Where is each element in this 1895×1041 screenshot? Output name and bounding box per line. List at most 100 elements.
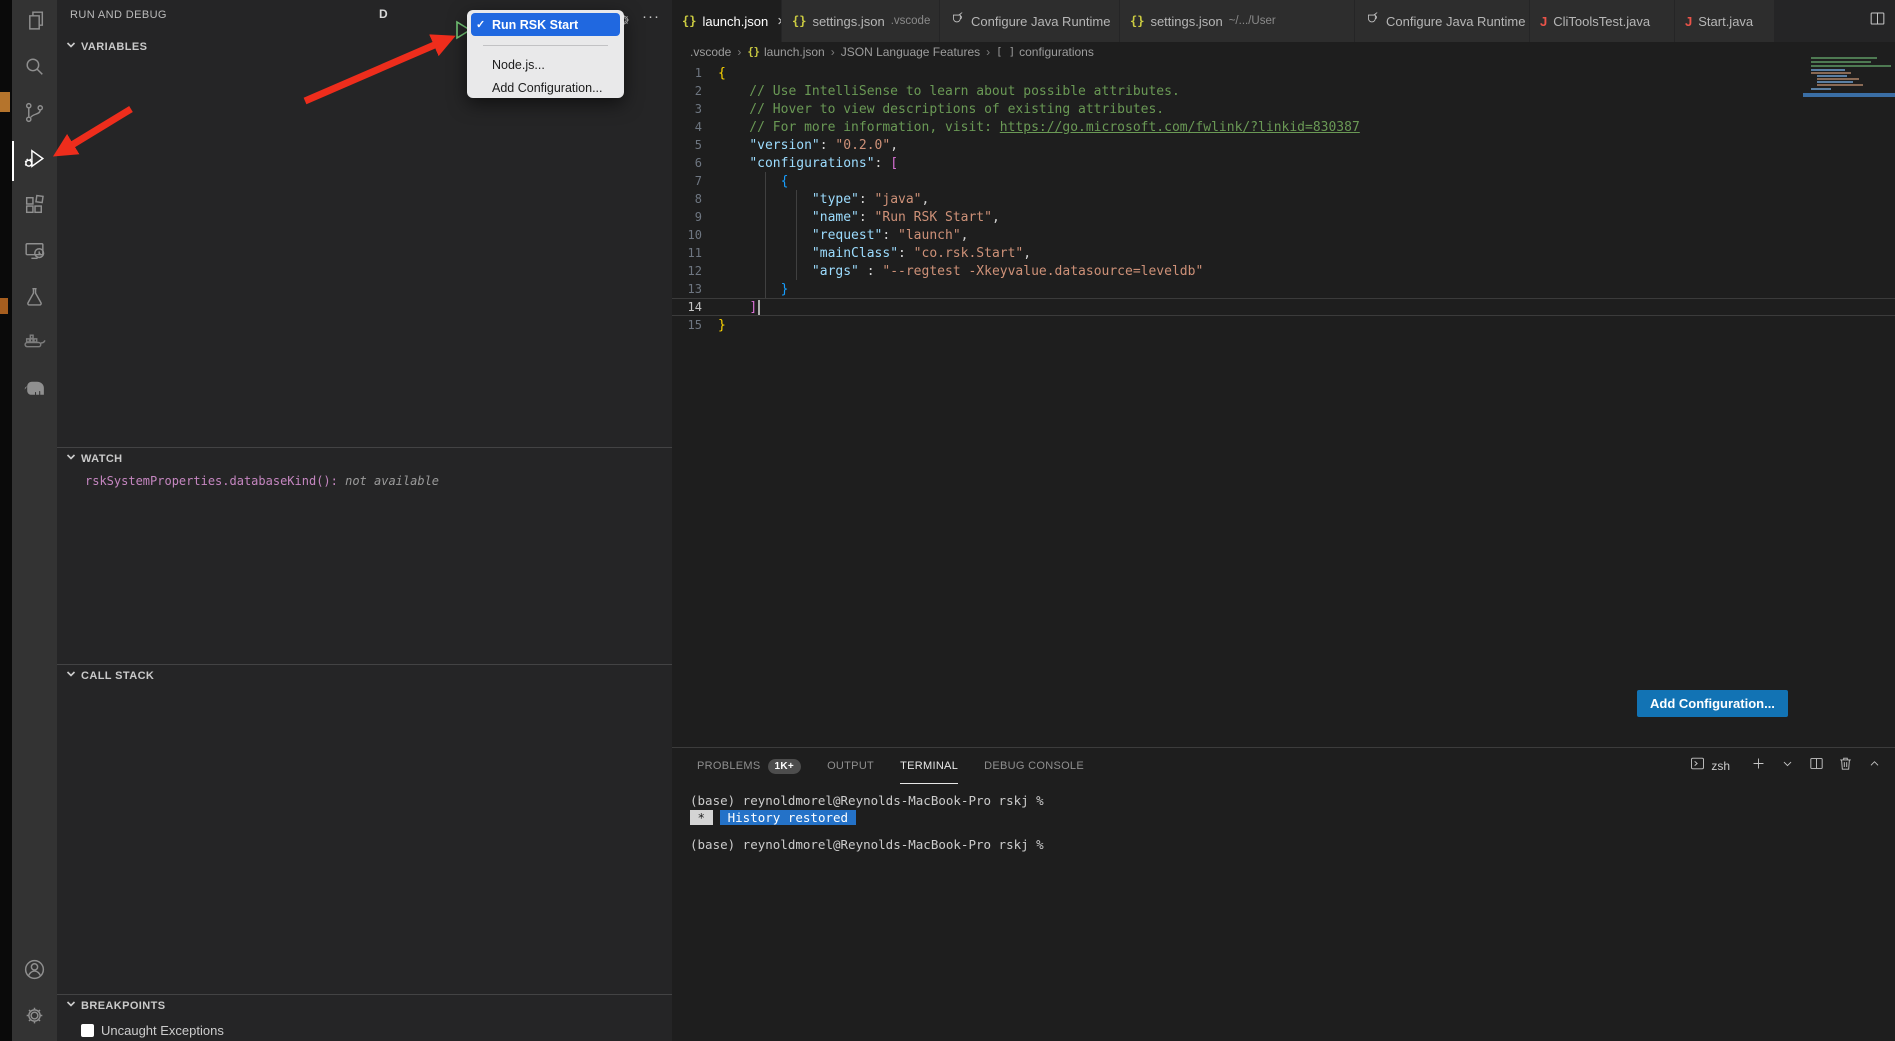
- terminal-output[interactable]: (base) reynoldmorel@Reynolds-MacBook-Pro…: [690, 792, 1044, 853]
- code-line-6[interactable]: 6 "configurations": [: [672, 154, 1895, 172]
- activity-item-testing[interactable]: [12, 276, 57, 322]
- minimap-line: [1811, 69, 1845, 71]
- code-line-8[interactable]: 8 "type": "java",: [672, 190, 1895, 208]
- java-file-icon: J: [1685, 14, 1692, 29]
- line-number[interactable]: 7: [672, 174, 718, 188]
- code-line-4[interactable]: 4 // For more information, visit: https:…: [672, 118, 1895, 136]
- remote-icon: [22, 238, 47, 268]
- line-number[interactable]: 4: [672, 120, 718, 134]
- line-content: "name": "Run RSK Start",: [718, 210, 1000, 225]
- code-line-3[interactable]: 3 // Hover to view descriptions of exist…: [672, 100, 1895, 118]
- section-call-stack: CALL STACK: [57, 664, 672, 687]
- breakpoint-row: Uncaught Exceptions: [57, 1017, 672, 1038]
- activity-item-settings[interactable]: [12, 995, 57, 1041]
- code-line-11[interactable]: 11 "mainClass": "co.rsk.Start",: [672, 244, 1895, 262]
- line-number[interactable]: 14: [672, 300, 718, 314]
- tab-launch-json[interactable]: {}launch.json×: [672, 0, 782, 42]
- panel-tab-output[interactable]: OUTPUT: [827, 748, 874, 784]
- breadcrumb-item--vscode[interactable]: .vscode: [690, 45, 731, 59]
- code-line-14[interactable]: 14 ]: [672, 298, 1895, 316]
- line-number[interactable]: 3: [672, 102, 718, 116]
- activity-item-extensions[interactable]: [12, 184, 57, 230]
- asterisk-chip: *: [690, 810, 713, 825]
- terminal-dropdown-chevron-icon[interactable]: [1779, 755, 1796, 777]
- code-line-9[interactable]: 9 "name": "Run RSK Start",: [672, 208, 1895, 226]
- search-icon: [22, 54, 47, 84]
- tab-start-java[interactable]: JStart.java: [1675, 0, 1775, 42]
- tab-label: CliToolsTest.java: [1553, 14, 1650, 29]
- line-number[interactable]: 5: [672, 138, 718, 152]
- split-terminal-icon[interactable]: [1808, 755, 1825, 777]
- activity-item-run-and-debug[interactable]: [12, 138, 57, 184]
- line-content: {: [718, 66, 726, 81]
- menu-item-run-rsk-start[interactable]: ✓Run RSK Start: [471, 13, 620, 36]
- code-line-12[interactable]: 12 "args" : "--regtest -Xkeyvalue.dataso…: [672, 262, 1895, 280]
- line-number[interactable]: 11: [672, 246, 718, 260]
- watch-value: not available: [338, 474, 439, 488]
- split-editor-icon[interactable]: [1868, 9, 1887, 33]
- activity-item-gradle[interactable]: [12, 368, 57, 414]
- breadcrumb-item-configurations[interactable]: [ ]configurations: [996, 45, 1094, 59]
- section-header-breakpoints[interactable]: BREAKPOINTS: [57, 995, 672, 1017]
- line-number[interactable]: 13: [672, 282, 718, 296]
- code-line-15[interactable]: 15}: [672, 316, 1895, 334]
- line-number[interactable]: 9: [672, 210, 718, 224]
- extensions-icon: [22, 192, 47, 222]
- activity-item-explorer[interactable]: [12, 0, 57, 46]
- code-line-5[interactable]: 5 "version": "0.2.0",: [672, 136, 1895, 154]
- line-number[interactable]: 8: [672, 192, 718, 206]
- tab-settings-json[interactable]: {}settings.json.vscode: [782, 0, 940, 42]
- minimap[interactable]: [1803, 55, 1895, 103]
- tab-clitoolstest-java[interactable]: JCliToolsTest.java: [1530, 0, 1675, 42]
- terminal-instance-selector[interactable]: zsh: [1689, 755, 1730, 777]
- section-header-watch[interactable]: WATCH: [57, 448, 672, 470]
- menu-item-node-js-[interactable]: Node.js...: [471, 53, 620, 76]
- tab-settings-json[interactable]: {}settings.json~/.../User: [1120, 0, 1355, 42]
- breakpoint-checkbox[interactable]: [81, 1024, 94, 1037]
- tab-path-suffix: ~/.../User: [1229, 15, 1276, 27]
- activity-item-remote-explorer[interactable]: [12, 230, 57, 276]
- breadcrumb-item-launch-json[interactable]: {}launch.json: [747, 45, 824, 59]
- line-number[interactable]: 12: [672, 264, 718, 278]
- more-actions-icon[interactable]: ···: [642, 8, 658, 24]
- line-number[interactable]: 15: [672, 318, 718, 332]
- add-configuration-button[interactable]: Add Configuration...: [1637, 690, 1788, 717]
- code-editor[interactable]: 1{2 // Use IntelliSense to learn about p…: [672, 62, 1895, 690]
- breadcrumb-item-json-language-features[interactable]: JSON Language Features: [841, 45, 980, 59]
- tab-configure-java-runtime[interactable]: Configure Java Runtime: [1355, 0, 1530, 42]
- tab-label: Configure Java Runtime: [971, 14, 1110, 29]
- code-line-10[interactable]: 10 "request": "launch",: [672, 226, 1895, 244]
- line-number[interactable]: 6: [672, 156, 718, 170]
- panel-tab-label: PROBLEMS: [697, 760, 761, 772]
- activity-item-accounts[interactable]: [12, 949, 57, 995]
- code-line-13[interactable]: 13 }: [672, 280, 1895, 298]
- kill-terminal-trash-icon[interactable]: [1837, 755, 1854, 777]
- panel-tab-debug-console[interactable]: DEBUG CONSOLE: [984, 748, 1084, 784]
- new-terminal-icon[interactable]: [1750, 755, 1767, 777]
- watch-expression-row[interactable]: rskSystemProperties.databaseKind(): not …: [57, 470, 672, 488]
- line-number[interactable]: 10: [672, 228, 718, 242]
- code-line-7[interactable]: 7 {: [672, 172, 1895, 190]
- minimap-line: [1817, 84, 1863, 86]
- panel-tab-terminal[interactable]: TERMINAL: [900, 748, 958, 784]
- debug-configuration-dropdown: ✓Run RSK Start Node.js...Add Configuratio…: [467, 10, 624, 98]
- section-header-call-stack[interactable]: CALL STACK: [57, 665, 672, 687]
- code-line-2[interactable]: 2 // Use IntelliSense to learn about pos…: [672, 82, 1895, 100]
- activity-item-search[interactable]: [12, 46, 57, 92]
- maximize-panel-chevron-icon[interactable]: [1866, 755, 1883, 777]
- breadcrumb: .vscode›{}launch.json›JSON Language Feat…: [672, 42, 1895, 62]
- code-line-1[interactable]: 1{: [672, 64, 1895, 82]
- activity-item-docker[interactable]: [12, 322, 57, 368]
- json-file-icon: {}: [792, 14, 806, 28]
- tab-configure-java-runtime[interactable]: Configure Java Runtime: [940, 0, 1120, 42]
- background-fragment: [0, 92, 10, 112]
- debug-icon: [22, 146, 47, 176]
- json-file-icon: {}: [747, 46, 760, 58]
- menu-item-label: Run RSK Start: [492, 18, 578, 32]
- line-number[interactable]: 1: [672, 66, 718, 80]
- panel-tab-problems[interactable]: PROBLEMS1K+: [697, 748, 801, 784]
- activity-item-source-control[interactable]: [12, 92, 57, 138]
- menu-item-add-configuration-[interactable]: Add Configuration...: [471, 76, 620, 99]
- line-content: "request": "launch",: [718, 228, 968, 243]
- line-number[interactable]: 2: [672, 84, 718, 98]
